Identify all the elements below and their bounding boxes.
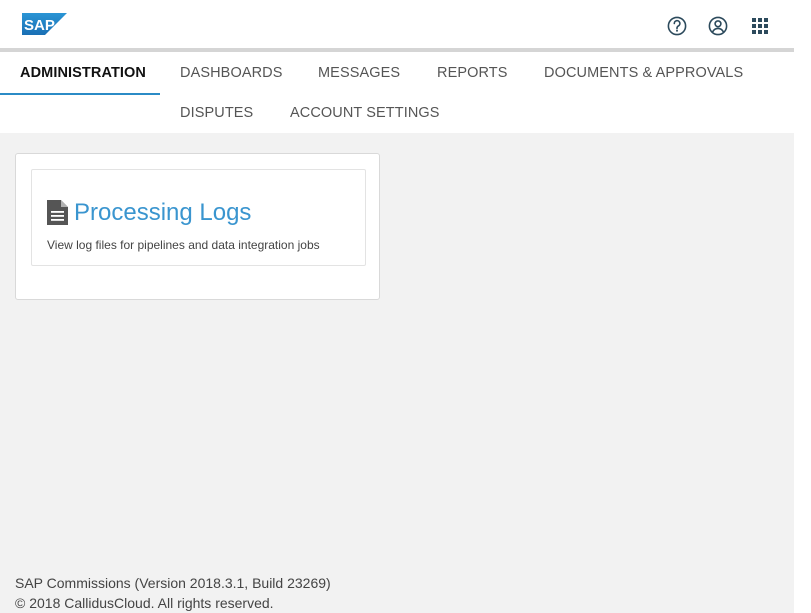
active-tab-indicator — [0, 93, 160, 95]
processing-logs-card[interactable]: Processing Logs View log files for pipel… — [31, 169, 366, 266]
main-navigation: ADMINISTRATION DASHBOARDS MESSAGES REPOR… — [0, 52, 794, 133]
tab-reports[interactable]: REPORTS — [437, 65, 508, 81]
sap-logo[interactable]: SAP — [22, 13, 67, 35]
vertical-scrollbar[interactable] — [794, 0, 811, 613]
card-description: View log files for pipelines and data in… — [47, 238, 320, 252]
card-title[interactable]: Processing Logs — [74, 198, 251, 228]
header-actions — [664, 15, 794, 37]
page-footer: SAP Commissions (Version 2018.3.1, Build… — [15, 573, 331, 613]
tab-documents-approvals[interactable]: DOCUMENTS & APPROVALS — [544, 65, 743, 81]
tab-account-settings[interactable]: ACCOUNT SETTINGS — [290, 105, 440, 121]
user-icon[interactable] — [707, 15, 729, 37]
admin-panel: Processing Logs View log files for pipel… — [15, 153, 380, 300]
tab-disputes[interactable]: DISPUTES — [180, 105, 253, 121]
version-info: SAP Commissions (Version 2018.3.1, Build… — [15, 575, 331, 591]
tab-administration[interactable]: ADMINISTRATION — [20, 65, 146, 81]
copyright-text: © 2018 CallidusCloud. All rights reserve… — [15, 595, 274, 611]
help-icon[interactable] — [666, 15, 688, 37]
tab-messages[interactable]: MESSAGES — [318, 65, 400, 81]
document-icon — [47, 200, 68, 225]
sap-logo-text: SAP — [24, 17, 55, 34]
tab-dashboards[interactable]: DASHBOARDS — [180, 65, 283, 81]
apps-grid-icon[interactable] — [749, 15, 771, 37]
top-header: SAP — [0, 0, 794, 48]
